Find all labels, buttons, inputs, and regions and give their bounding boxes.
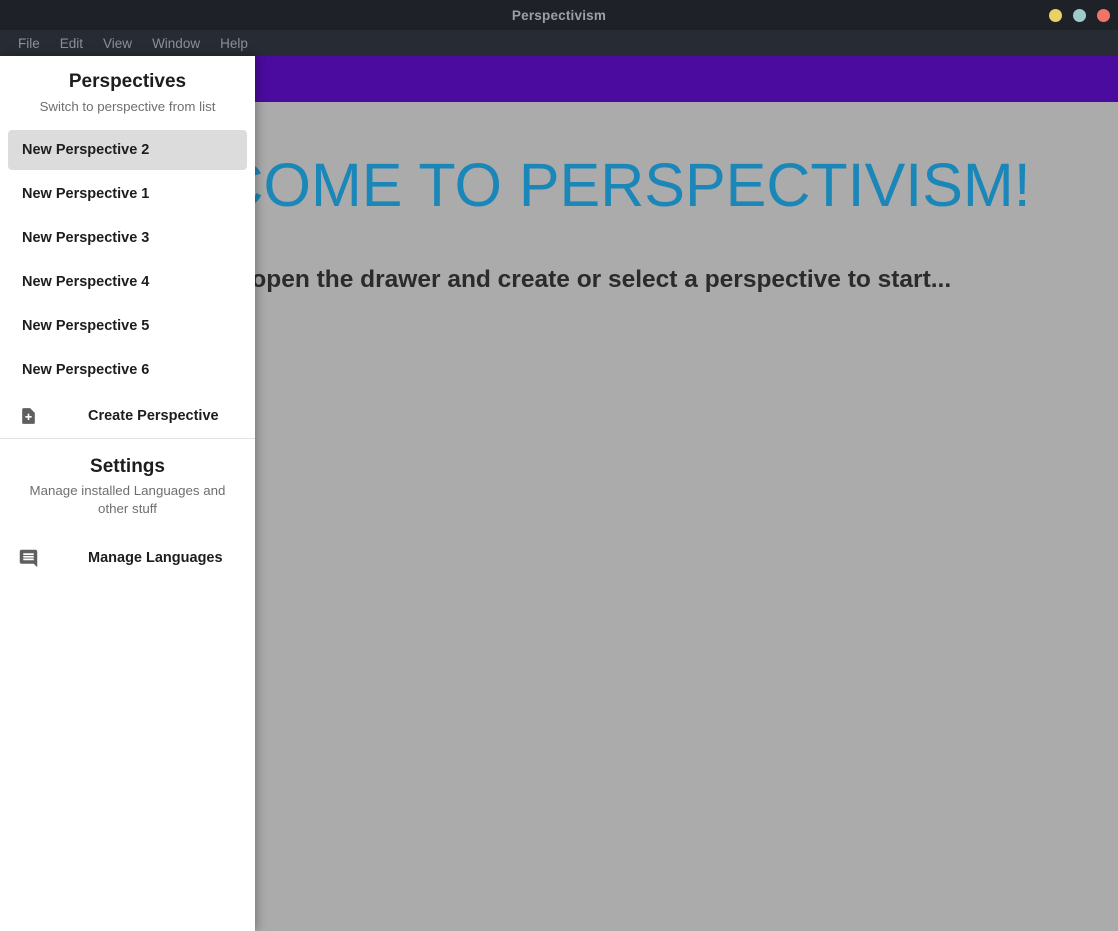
menu-item-help[interactable]: Help (210, 34, 258, 53)
perspective-item-label: New Perspective 5 (22, 317, 150, 334)
perspective-item-label: New Perspective 3 (22, 229, 150, 246)
manage-languages-label: Manage Languages (88, 550, 223, 567)
perspective-item-label: New Perspective 1 (22, 185, 150, 202)
title-bar: Perspectivism (0, 0, 1118, 30)
perspectives-section: Perspectives Switch to perspective from … (0, 56, 255, 438)
minimize-dot[interactable] (1049, 8, 1062, 22)
menu-item-view[interactable]: View (93, 34, 142, 53)
window-title: Perspectivism (511, 7, 607, 23)
perspectives-list: New Perspective 2 New Perspective 1 New … (0, 129, 255, 390)
perspectives-subheading: Switch to perspective from list (39, 98, 216, 114)
comment-icon (16, 546, 40, 570)
manage-languages-button[interactable]: Manage Languages (0, 536, 255, 580)
settings-section: Settings Manage installed Languages and … (0, 439, 255, 581)
maximize-dot[interactable] (1073, 8, 1086, 22)
create-perspective-label: Create Perspective (88, 407, 219, 424)
perspective-item-new-perspective-1[interactable]: New Perspective 1 (8, 174, 247, 214)
menu-item-window[interactable]: Window (142, 34, 210, 53)
menu-item-file[interactable]: File (8, 34, 50, 53)
create-perspective-button[interactable]: Create Perspective (0, 394, 255, 438)
settings-heading: Settings (90, 455, 165, 477)
note-add-icon (16, 404, 40, 428)
menu-item-edit[interactable]: Edit (50, 34, 93, 53)
navigation-drawer: Perspectives Switch to perspective from … (0, 56, 255, 931)
perspective-item-new-perspective-3[interactable]: New Perspective 3 (8, 218, 247, 258)
perspective-item-new-perspective-4[interactable]: New Perspective 4 (8, 262, 247, 302)
perspective-item-label: New Perspective 6 (22, 361, 150, 378)
close-dot[interactable] (1097, 8, 1110, 22)
perspective-item-new-perspective-6[interactable]: New Perspective 6 (8, 350, 247, 390)
app-window: Perspectivism File Edit View Window Help… (0, 0, 1118, 931)
menu-bar: File Edit View Window Help (0, 30, 1118, 56)
perspectives-heading: Perspectives (68, 71, 187, 92)
perspective-item-new-perspective-5[interactable]: New Perspective 5 (8, 306, 247, 346)
perspective-item-label: New Perspective 4 (22, 273, 150, 290)
perspective-item-new-perspective-2[interactable]: New Perspective 2 (8, 129, 247, 170)
window-controls (1049, 0, 1110, 30)
settings-subheading: Manage installed Languages and other stu… (29, 483, 226, 517)
perspective-item-label: New Perspective 2 (22, 141, 150, 158)
